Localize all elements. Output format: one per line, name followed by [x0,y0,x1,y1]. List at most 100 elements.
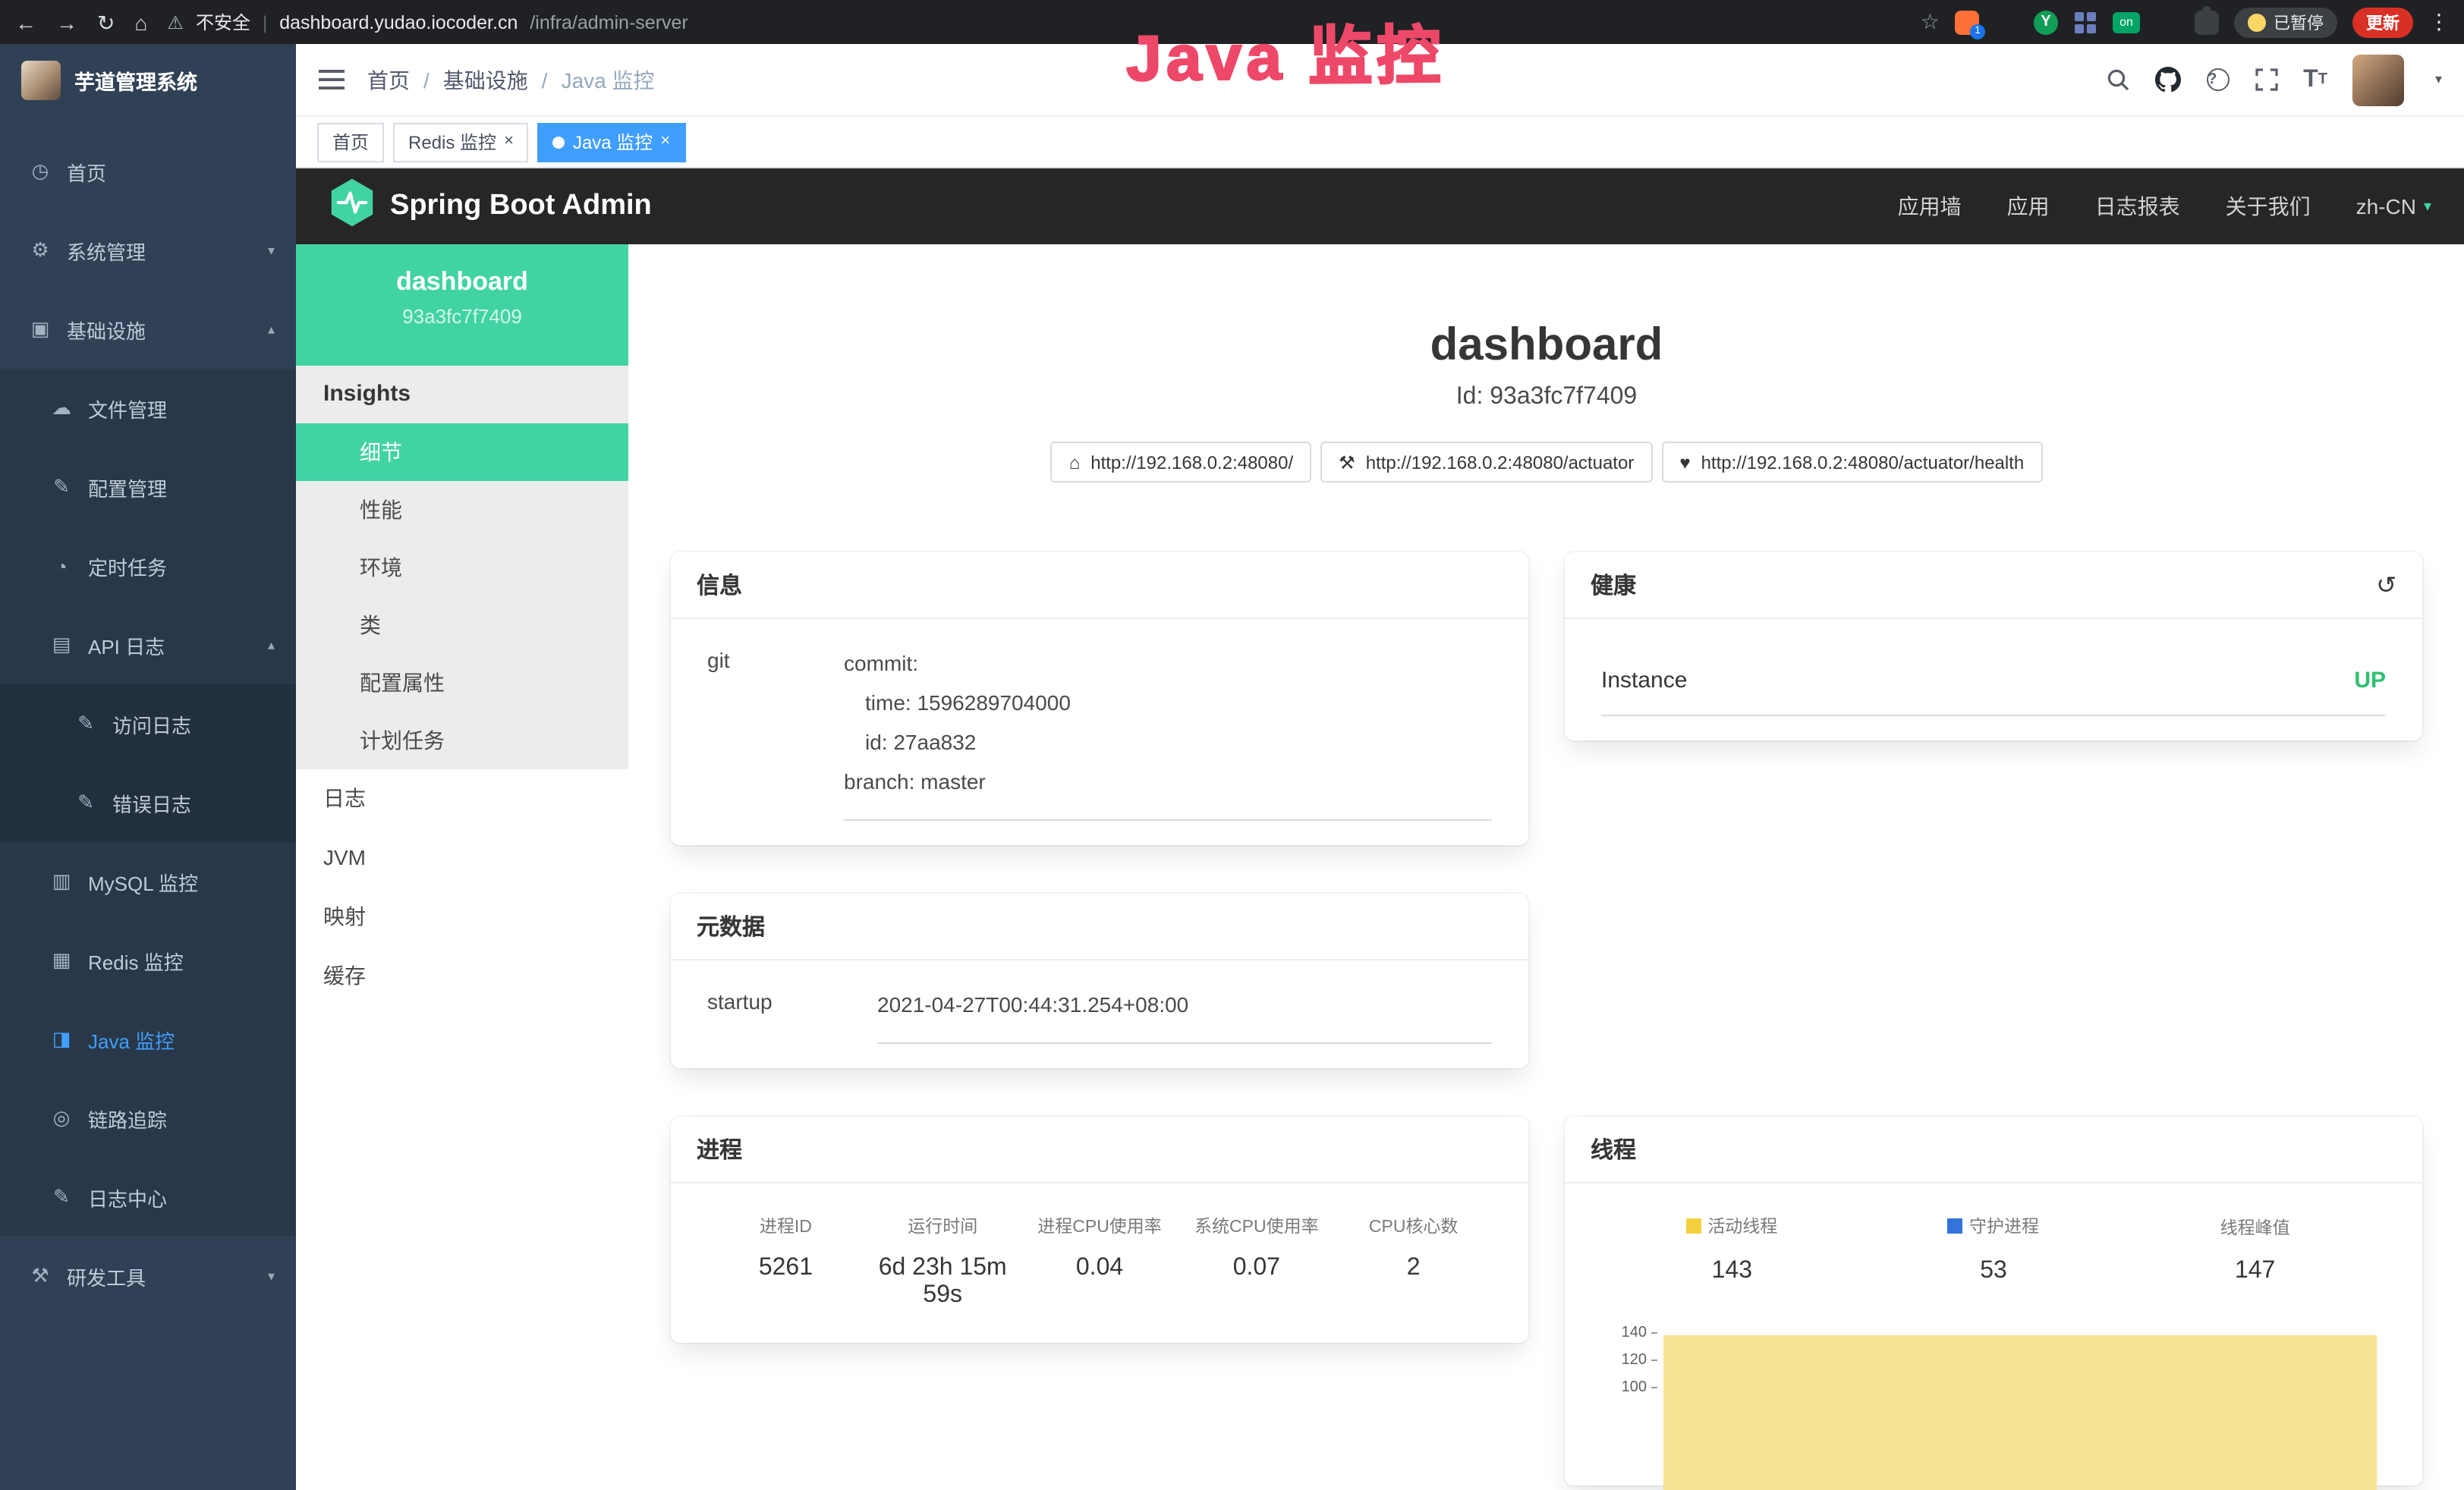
user-avatar[interactable] [2353,54,2405,105]
log-icon: ▤ [49,633,74,657]
tab-java-monitor[interactable]: Java 监控× [538,122,685,162]
reload-icon[interactable]: ↻ [97,11,115,33]
help-icon[interactable]: ? [2206,68,2229,91]
health-card-body: Instance UP [1565,619,2422,740]
back-icon[interactable]: ← [15,11,36,33]
chrome-update-button[interactable]: 更新 [2352,7,2413,37]
extension-on-toggle-icon[interactable]: on [2113,12,2140,33]
forward-icon[interactable]: → [56,11,77,33]
instance-id-subtitle: Id: 93a3fc7f7409 [671,384,2422,411]
health-url-link[interactable]: ♥http://192.168.0.2:48080/actuator/healt… [1661,442,2042,483]
history-icon[interactable]: ↺ [2376,570,2396,600]
sba-item-metrics[interactable]: 性能 [296,481,628,539]
sba-item-environment[interactable]: 环境 [296,539,628,596]
sidebar-item-tracing[interactable]: ◎链路追踪 [0,1079,296,1158]
close-icon[interactable]: × [504,134,514,150]
browser-menu-icon[interactable]: ⋮ [2428,9,2450,35]
sidebar-item-log-center[interactable]: ✎日志中心 [0,1158,296,1237]
sidebar-logo-row[interactable]: 芋道管理系统 [0,44,296,117]
sidebar-item-system-mgmt[interactable]: ⚙系统管理▾ [0,211,296,290]
sba-brand[interactable]: Spring Boot Admin [390,190,652,223]
metadata-card: 元数据 startup 2021-04-27T00:44:31.254+08:0… [671,894,1528,1068]
sba-body: dashboard 93a3fc7f7409 Insights 细节 性能 环境… [296,244,2464,1490]
sba-nav-journal[interactable]: 日志报表 [2095,191,2180,222]
sba-item-logs[interactable]: 日志 [296,769,628,828]
sidebar-item-java-monitor[interactable]: ◨Java 监控 [0,1000,296,1079]
process-card-header: 进程 [671,1117,1528,1184]
sba-item-config-props[interactable]: 配置属性 [296,654,628,712]
extension-grid-icon[interactable] [2073,10,2097,34]
sidebar-item-dev-tools[interactable]: ⚒研发工具▾ [0,1237,296,1316]
threads-card-header: 线程 [1565,1117,2422,1184]
health-card: 健康 ↺ Instance UP [1565,552,2422,740]
wrench-icon: ⚒ [1339,451,1355,473]
timer-icon: ◔ [49,555,74,577]
sba-nav: 应用墙 应用 日志报表 关于我们 zh-CN▾ [1898,191,2431,222]
sidebar-item-redis-monitor[interactable]: ▦Redis 监控 [0,921,296,1000]
extension-leaf-icon[interactable] [2155,10,2179,34]
address-bar[interactable]: ⚠ 不安全 | dashboard.yudao.iocoder.cn/infra… [167,9,688,35]
sba-nav-wallboard[interactable]: 应用墙 [1898,191,1962,222]
eye-icon: ◎ [49,1106,74,1130]
sba-item-scheduled-tasks[interactable]: 计划任务 [296,712,628,769]
app-logo [21,61,61,100]
log-center-icon: ✎ [49,1185,74,1209]
sidebar-item-config-mgmt[interactable]: ✎配置管理 [0,448,296,527]
health-instance-row: Instance UP [1601,655,2386,716]
breadcrumb-home[interactable]: 首页 [367,64,410,95]
hamburger-icon[interactable] [319,70,345,90]
fullscreen-icon[interactable] [2255,68,2277,91]
close-icon[interactable]: × [660,134,670,150]
sidebar-item-infrastructure[interactable]: ▣基础设施▴ [0,290,296,369]
extension-drop-icon[interactable] [1994,10,2019,34]
tab-redis-monitor[interactable]: Redis 监控× [393,122,529,162]
sidebar-item-home[interactable]: ◷首页 [0,132,296,211]
cloud-file-icon: ☁ [49,396,74,420]
sba-language-select[interactable]: zh-CN▾ [2356,194,2431,218]
sba-item-classes[interactable]: 类 [296,596,628,654]
home-icon: ⌂ [1069,451,1081,473]
redis-icon: ▦ [49,948,74,973]
paused-pill[interactable]: 已暂停 [2234,7,2337,37]
font-size-icon[interactable]: TT [2303,66,2327,93]
extension-green-y-icon[interactable]: Y [2034,10,2058,34]
sba-item-details[interactable]: 细节 [296,423,628,481]
sba-item-jvm[interactable]: JVM [296,828,628,888]
sba-item-mappings[interactable]: 映射 [296,888,628,947]
bookmark-star-icon[interactable]: ☆ [1921,9,1940,35]
sidebar-item-error-logs[interactable]: ✎错误日志 [0,763,296,842]
sidebar-item-scheduled-jobs[interactable]: ◔定时任务 [0,527,296,605]
browser-toolbar-right: ☆ 1 Y on 已暂停 更新 ⋮ [1921,7,2450,37]
process-card-body: 进程ID5261 运行时间6d 23h 15m 59s 进程CPU使用率0.04… [671,1184,1528,1343]
address-divider: | [263,11,267,33]
search-icon[interactable] [2106,68,2129,91]
info-card: 信息 git commit: time: 1596289704000 id: 2… [671,552,1528,845]
sidebar-menu: ◷首页 ⚙系统管理▾ ▣基础设施▴ ☁文件管理 ✎配置管理 ◔定时任务 ▤API… [0,117,296,1490]
metadata-card-body: startup 2021-04-27T00:44:31.254+08:00 [671,960,1528,1068]
status-badge: UP [2354,668,2386,693]
sidebar-item-mysql-monitor[interactable]: ▥MySQL 监控 [0,842,296,921]
endpoint-links: ⌂http://192.168.0.2:48080/ ⚒http://192.1… [671,442,2422,483]
breadcrumb-infra[interactable]: 基础设施 [443,64,528,95]
tab-home[interactable]: 首页 [317,122,384,162]
home-icon[interactable]: ⌂ [134,11,147,33]
threads-card: 线程 活动线程143 守护进程53 线程峰值147 140 120 [1565,1117,2422,1485]
active-threads-swatch [1686,1218,1701,1234]
sba-nav-applications[interactable]: 应用 [2007,191,2050,222]
extensions-puzzle-icon[interactable] [2195,10,2219,34]
extension-orange-icon[interactable]: 1 [1955,10,1979,34]
chevron-down-icon: ▾ [2424,198,2431,215]
github-icon[interactable] [2154,67,2180,93]
service-url-link[interactable]: ⌂http://192.168.0.2:48080/ [1051,442,1311,483]
sba-item-caches[interactable]: 缓存 [296,947,628,1006]
sba-content: dashboard Id: 93a3fc7f7409 ⌂http://192.1… [628,244,2464,1490]
actuator-url-link[interactable]: ⚒http://192.168.0.2:48080/actuator [1320,442,1652,483]
sba-instance-box[interactable]: dashboard 93a3fc7f7409 [296,244,628,366]
insights-group-title: Insights [296,366,628,423]
sidebar-item-access-logs[interactable]: ✎访问日志 [0,684,296,763]
top-navbar: 首页 / 基础设施 / Java 监控 ? TT ▾ [296,44,2464,117]
sba-nav-about[interactable]: 关于我们 [2226,191,2311,222]
paused-label: 已暂停 [2274,10,2324,34]
sidebar-item-api-logs[interactable]: ▤API 日志▴ [0,605,296,684]
sidebar-item-file-mgmt[interactable]: ☁文件管理 [0,369,296,448]
